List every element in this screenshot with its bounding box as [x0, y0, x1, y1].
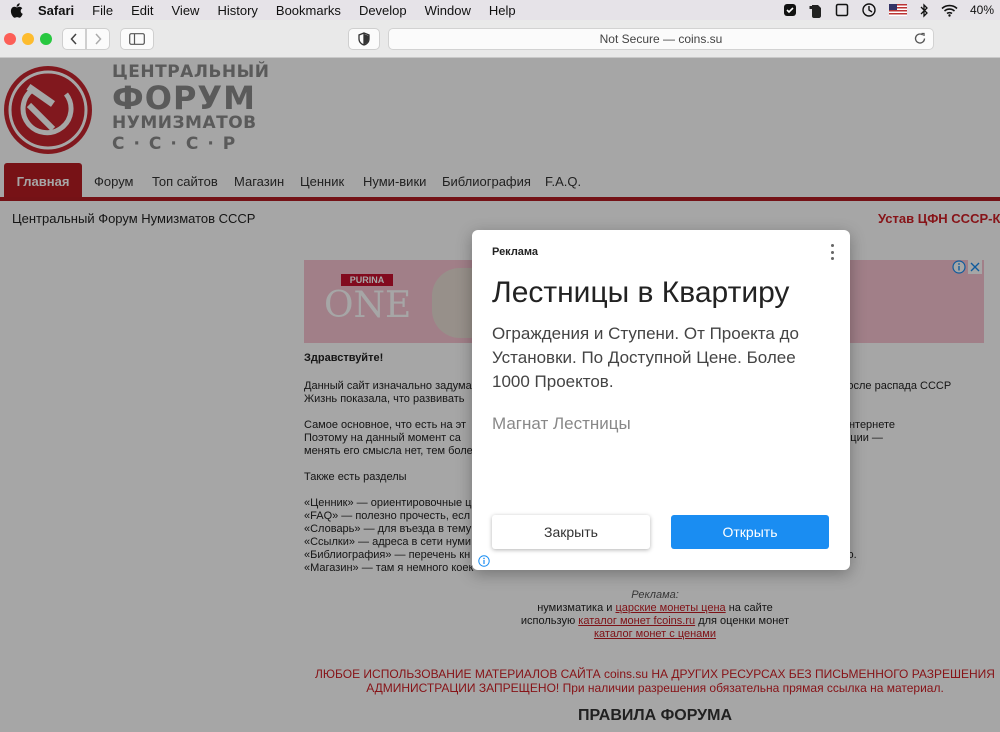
- menu-bar: Safari File Edit View History Bookmarks …: [0, 0, 1000, 20]
- us-flag-icon[interactable]: [888, 4, 907, 16]
- menu-history[interactable]: History: [217, 3, 257, 18]
- menu-edit[interactable]: Edit: [131, 3, 153, 18]
- chevron-left-icon: [70, 33, 77, 45]
- address-bar[interactable]: Not Secure — coins.su: [388, 28, 934, 50]
- menu-window[interactable]: Window: [425, 3, 471, 18]
- menu-safari[interactable]: Safari: [38, 3, 74, 18]
- time-machine-icon[interactable]: [861, 2, 877, 18]
- battery-percent[interactable]: 40%: [970, 3, 994, 17]
- menu-view[interactable]: View: [172, 3, 200, 18]
- ad-description: Ограждения и Ступени. От Проекта до Уста…: [492, 324, 799, 391]
- close-window-button[interactable]: [4, 33, 16, 45]
- shield-check-icon[interactable]: [783, 3, 797, 17]
- more-options-icon[interactable]: [828, 244, 836, 260]
- ad-tag: Реклама: [492, 246, 539, 258]
- reload-icon[interactable]: [913, 32, 927, 46]
- open-ad-button[interactable]: Открыть: [671, 515, 829, 549]
- ad-advertiser: Магнат Лестницы: [492, 414, 631, 433]
- interstitial-ad-modal: Реклама Лестницы в Квартиру Ограждения и…: [472, 230, 850, 570]
- ad-info-icon[interactable]: [478, 555, 490, 567]
- apple-icon[interactable]: [10, 2, 24, 18]
- wifi-icon[interactable]: [941, 4, 958, 17]
- menu-develop[interactable]: Develop: [359, 3, 407, 18]
- close-ad-button[interactable]: Закрыть: [492, 515, 650, 549]
- ad-headline[interactable]: Лестницы в Квартиру: [492, 274, 837, 312]
- shield-icon: [358, 32, 370, 46]
- sidebar-icon: [129, 33, 145, 45]
- forward-button[interactable]: [86, 28, 110, 50]
- bluetooth-icon[interactable]: [919, 2, 929, 18]
- privacy-report-button[interactable]: [348, 28, 380, 50]
- menu-bookmarks[interactable]: Bookmarks: [276, 3, 341, 18]
- window-icon[interactable]: [835, 3, 849, 17]
- minimize-window-button[interactable]: [22, 33, 34, 45]
- browser-toolbar: Not Secure — coins.su: [0, 20, 1000, 58]
- menu-file[interactable]: File: [92, 3, 113, 18]
- evernote-icon[interactable]: [809, 3, 823, 18]
- zoom-window-button[interactable]: [40, 33, 52, 45]
- back-button[interactable]: [62, 28, 86, 50]
- menu-help[interactable]: Help: [489, 3, 516, 18]
- address-text: Not Secure — coins.su: [599, 32, 723, 46]
- chevron-right-icon: [95, 33, 102, 45]
- sidebar-toggle-button[interactable]: [120, 28, 154, 50]
